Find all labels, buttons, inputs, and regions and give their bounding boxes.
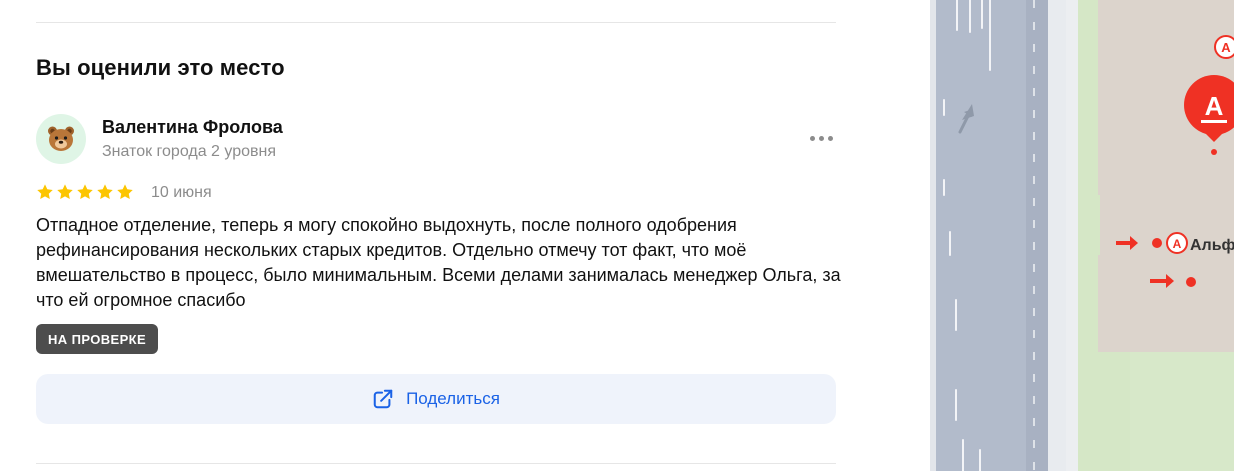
more-options-button[interactable] [804,126,838,150]
share-label: Поделиться [406,389,500,408]
share-button[interactable]: Поделиться [36,374,836,424]
share-external-icon [373,389,393,409]
status-badge: НА ПРОВЕРКЕ [36,324,159,354]
divider [36,463,836,464]
author-name[interactable]: Валентина Фролова [102,117,283,138]
divider [36,22,836,23]
avatar[interactable] [36,114,86,164]
star-icon [57,184,73,200]
bank-label-marker[interactable]: А Альфа [1166,232,1234,254]
more-dots-icon [827,135,833,141]
star-icon [37,184,53,200]
review-text: Отпадное отделение, теперь я могу спокой… [36,215,841,310]
pin-letter: А [1205,91,1224,121]
bear-face-icon [48,126,74,151]
star-icon [117,184,133,200]
star-icon [97,184,113,200]
review-panel: Вы оценили это место Валентина Фролова З… [0,0,930,471]
section-heading: Вы оценили это место [36,55,285,80]
review-date: 10 июня [151,184,212,201]
pin-letter: А [1221,40,1231,55]
bank-marker-small[interactable]: А [1214,35,1234,59]
map-place-label: Альфа [1190,237,1234,254]
map-canvas[interactable]: А А А Альфа [930,0,1234,471]
more-dots-icon [818,135,824,141]
rating-stars [36,183,134,201]
map-view[interactable]: А А А Альфа [930,0,1234,471]
more-dots-icon [809,135,815,141]
author-level: Знаток города 2 уровня [102,143,277,160]
pin-letter: А [1173,237,1182,251]
star-icon [77,184,93,200]
app-root: Вы оценили это место Валентина Фролова З… [0,0,1234,471]
